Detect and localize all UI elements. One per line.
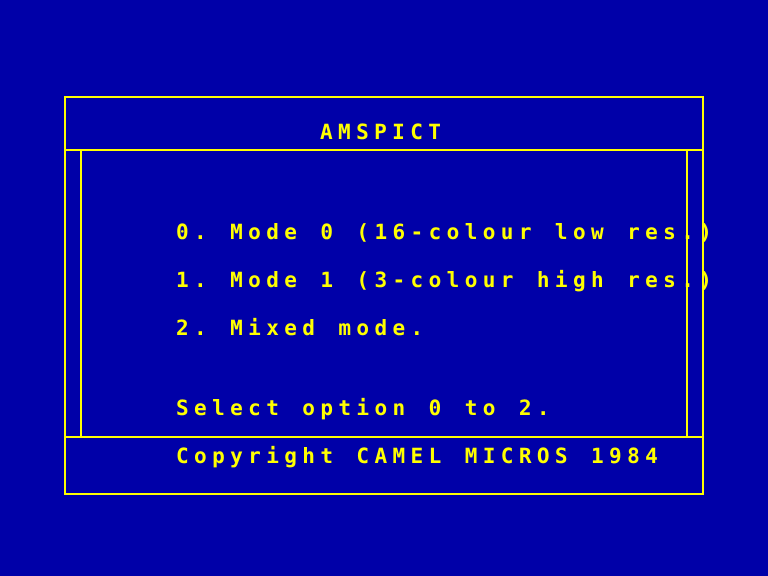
frame-top-border [64, 96, 704, 98]
frame-bottom-border [64, 493, 704, 495]
menu-option-mode-1[interactable]: 1. Mode 1 (3-colour high res.) [176, 268, 717, 292]
menu-option-mode-0[interactable]: 0. Mode 0 (16-colour low res.) [176, 220, 717, 244]
title-divider [64, 149, 704, 151]
selection-prompt: Select option 0 to 2. [176, 396, 555, 420]
footer-divider [64, 436, 704, 438]
amspict-screen: AMSPICT 0. Mode 0 (16-colour low res.) 1… [0, 0, 768, 576]
page-title: AMSPICT [320, 120, 447, 144]
copyright-notice: Copyright CAMEL MICROS 1984 [176, 444, 664, 468]
menu-panel-right-rule [686, 151, 688, 436]
menu-panel-left-rule [80, 151, 82, 436]
menu-option-mixed-mode[interactable]: 2. Mixed mode. [176, 316, 429, 340]
